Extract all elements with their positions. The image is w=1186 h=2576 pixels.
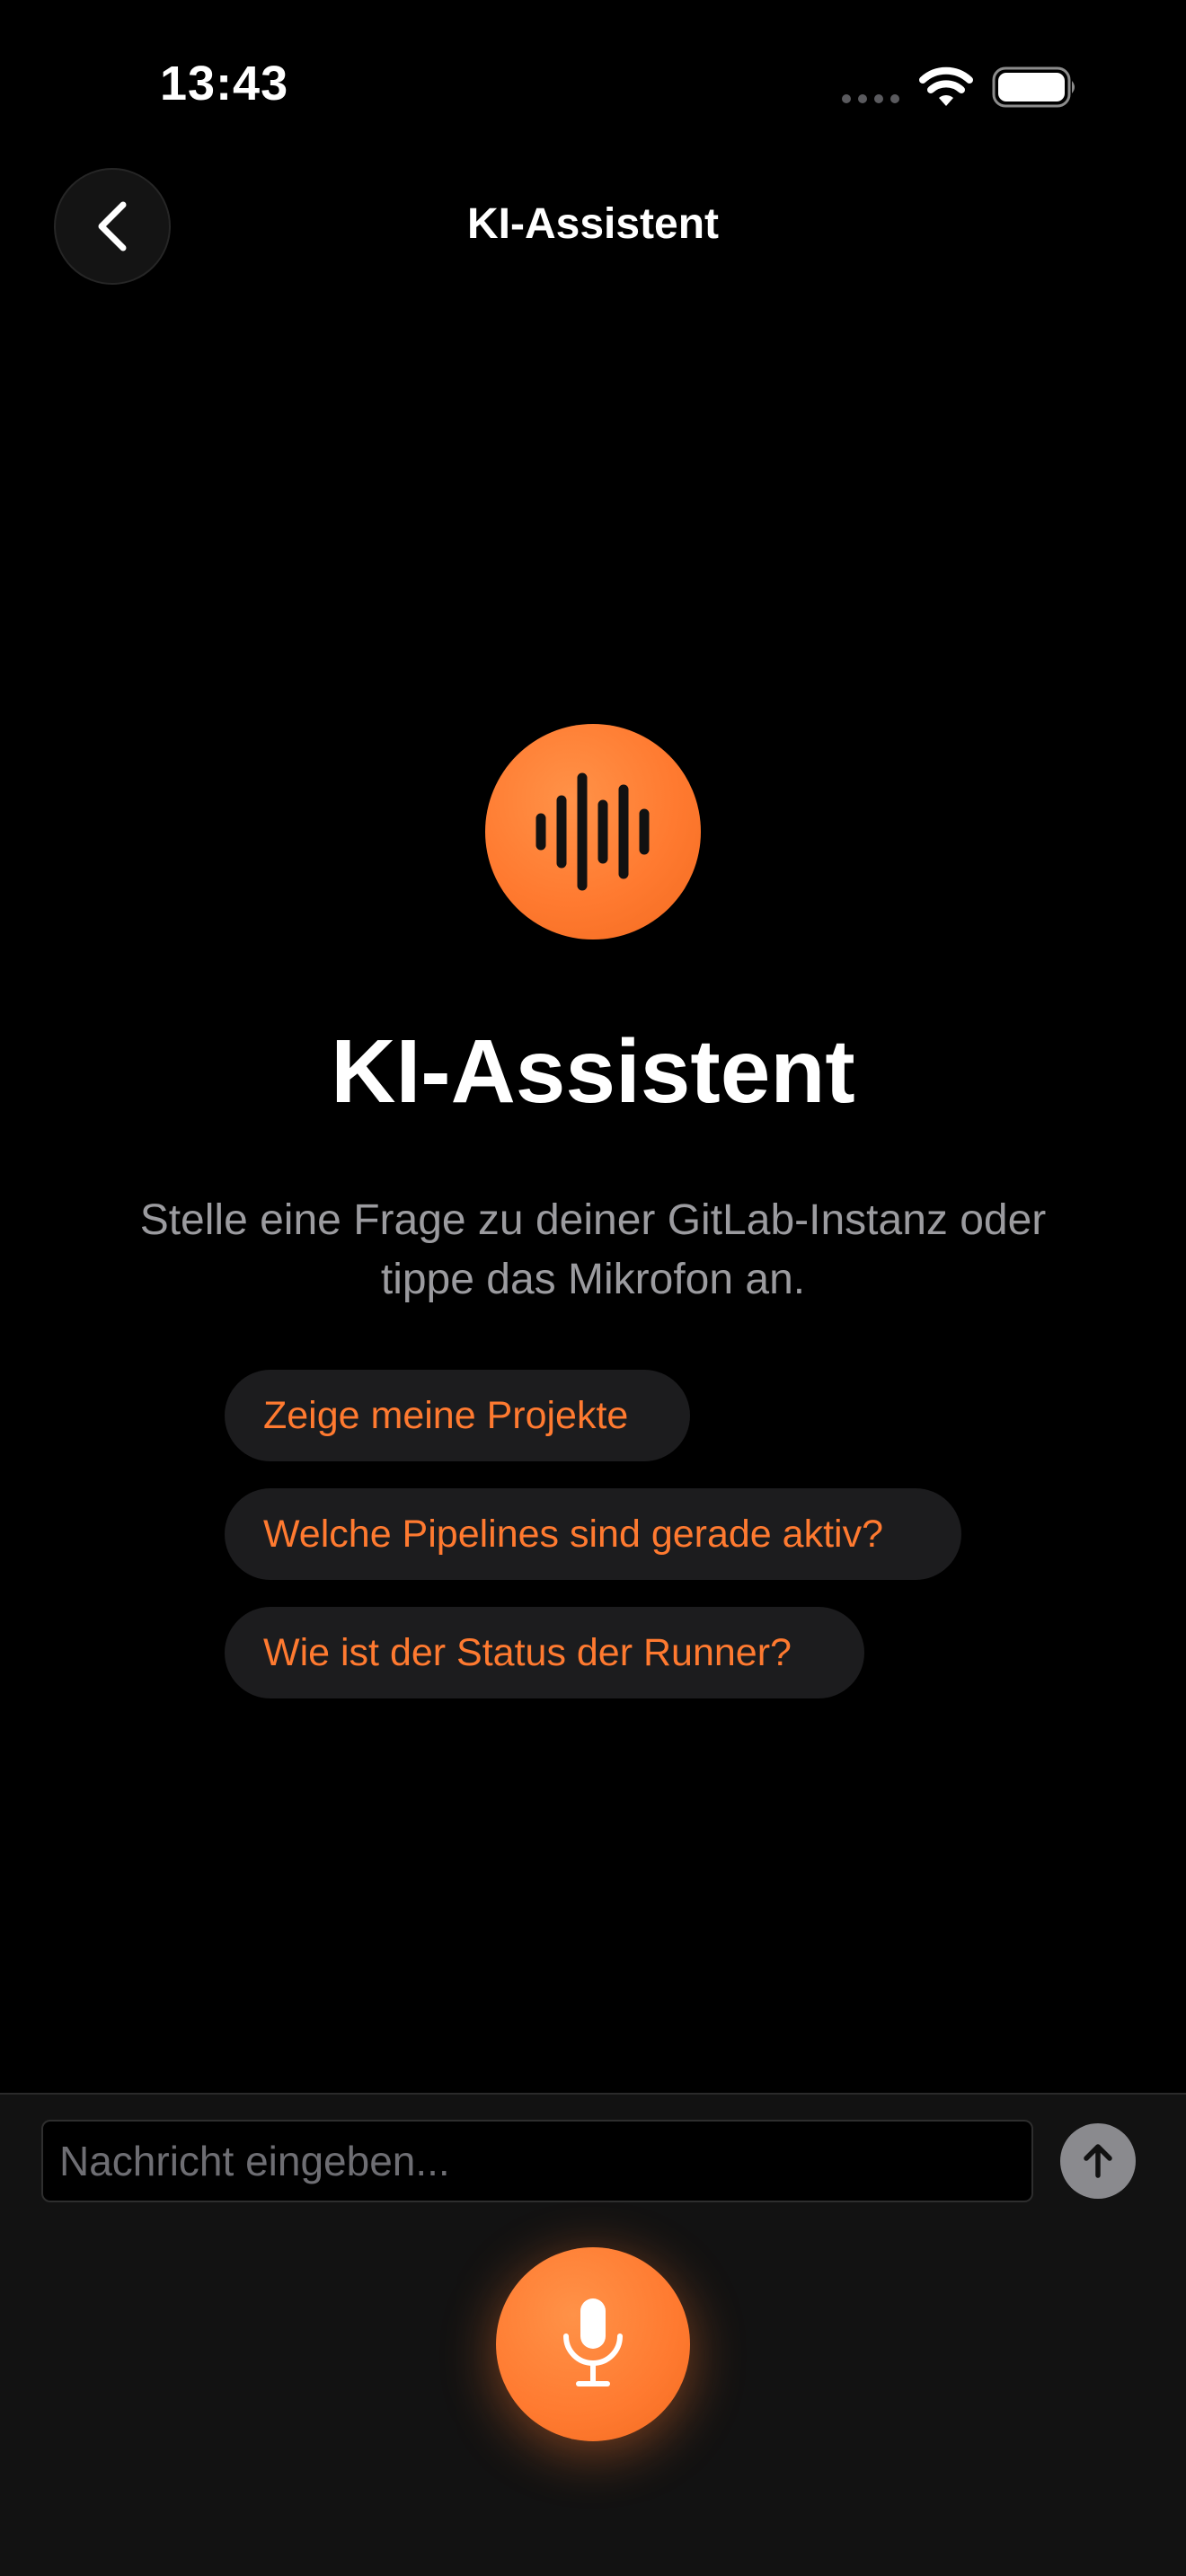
suggestion-chip[interactable]: Welche Pipelines sind gerade aktiv? — [225, 1488, 961, 1580]
arrow-up-icon — [1084, 2144, 1112, 2178]
suggestion-chip[interactable]: Wie ist der Status der Runner? — [225, 1607, 864, 1698]
suggestion-chip[interactable]: Zeige meine Projekte — [225, 1370, 690, 1461]
hero-title: KI-Assistent — [331, 1021, 855, 1122]
nav-title: KI-Assistent — [466, 200, 720, 248]
microphone-icon — [563, 2298, 623, 2386]
microphone-button[interactable] — [496, 2247, 690, 2441]
status-bar: 13:43 — [0, 0, 1186, 171]
wifi-icon — [919, 66, 973, 106]
waveform-icon — [535, 772, 650, 891]
assistant-avatar — [485, 724, 701, 940]
status-time: 13:43 — [160, 57, 289, 110]
send-button[interactable] — [1060, 2123, 1136, 2199]
cellular-signal-icon — [842, 94, 899, 103]
message-input[interactable] — [41, 2120, 1033, 2202]
hero-subtitle: Stelle eine Frage zu deiner GitLab-Insta… — [139, 1196, 1047, 1303]
battery-icon — [992, 66, 1075, 108]
